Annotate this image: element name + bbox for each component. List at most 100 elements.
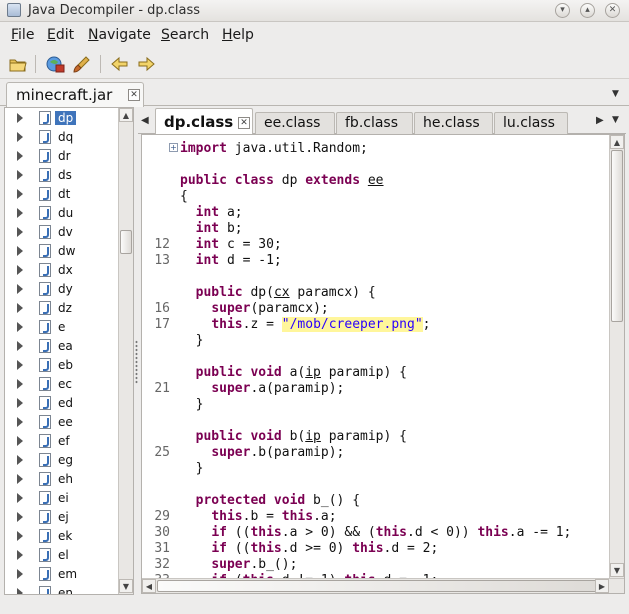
menu-search[interactable]: Search — [161, 27, 209, 43]
expand-arrow-icon[interactable] — [17, 398, 23, 408]
tree-item[interactable]: ej — [5, 508, 120, 527]
scroll-left-icon[interactable]: ◀ — [142, 579, 156, 593]
tree-vertical-scrollbar[interactable]: ▲ ▼ — [118, 108, 133, 594]
tree-item[interactable]: eg — [5, 451, 120, 470]
expand-arrow-icon[interactable] — [17, 246, 23, 256]
expand-arrow-icon[interactable] — [17, 360, 23, 370]
tabs-scroll-right-icon[interactable]: ▶ — [596, 115, 604, 126]
tree-item[interactable]: dp — [5, 109, 120, 128]
panel-splitter[interactable] — [135, 340, 138, 384]
tab-fb-class[interactable]: fb.class — [336, 112, 413, 134]
tree-item-label: el — [58, 548, 69, 562]
minimize-icon[interactable]: ▾ — [555, 3, 570, 18]
tree-item[interactable]: em — [5, 565, 120, 584]
menu-navigate[interactable]: Navigate — [88, 27, 151, 43]
expand-arrow-icon[interactable] — [17, 227, 23, 237]
close-window-icon[interactable]: ✕ — [605, 3, 620, 18]
expand-arrow-icon[interactable] — [17, 132, 23, 142]
tree-item[interactable]: ek — [5, 527, 120, 546]
expand-arrow-icon[interactable] — [17, 417, 23, 427]
tree-item[interactable]: dx — [5, 261, 120, 280]
expand-arrow-icon[interactable] — [17, 303, 23, 313]
tree-item[interactable]: ec — [5, 375, 120, 394]
fold-expand-icon[interactable]: + — [169, 143, 178, 152]
expand-arrow-icon[interactable] — [17, 151, 23, 161]
tree-item[interactable]: e — [5, 318, 120, 337]
tree-item[interactable]: ed — [5, 394, 120, 413]
tabs-scroll-left-icon[interactable]: ◀ — [141, 115, 149, 126]
tree-item[interactable]: en — [5, 584, 120, 594]
tree-item[interactable]: eb — [5, 356, 120, 375]
toolbar — [0, 49, 629, 79]
tree-item[interactable]: dy — [5, 280, 120, 299]
expand-arrow-icon[interactable] — [17, 455, 23, 465]
close-class-tab-icon[interactable]: ✕ — [238, 117, 250, 129]
expand-arrow-icon[interactable] — [17, 170, 23, 180]
tree-item[interactable]: dt — [5, 185, 120, 204]
expand-arrow-icon[interactable] — [17, 550, 23, 560]
scroll-right-icon[interactable]: ▶ — [595, 579, 609, 593]
scroll-down-icon[interactable]: ▼ — [119, 579, 133, 593]
source-code-view[interactable]: + 12 13 16 17 21 25 29 30 31 32 33 impor… — [141, 134, 625, 594]
expand-arrow-icon[interactable] — [17, 265, 23, 275]
tree-item[interactable]: ee — [5, 413, 120, 432]
expand-arrow-icon[interactable] — [17, 322, 23, 332]
expand-arrow-icon[interactable] — [17, 474, 23, 484]
expand-arrow-icon[interactable] — [17, 379, 23, 389]
expand-arrow-icon[interactable] — [17, 588, 23, 594]
code-hscroll-thumb[interactable] — [157, 580, 597, 592]
tree-item[interactable]: dq — [5, 128, 120, 147]
tree-item[interactable]: dz — [5, 299, 120, 318]
tree-item[interactable]: ds — [5, 166, 120, 185]
code-method-a: public void a(ip paramip) { — [195, 365, 407, 380]
expand-arrow-icon[interactable] — [17, 569, 23, 579]
scroll-up-icon[interactable]: ▲ — [610, 135, 624, 149]
tree-item[interactable]: ef — [5, 432, 120, 451]
menu-file[interactable]: File — [11, 27, 34, 43]
expand-arrow-icon[interactable] — [17, 189, 23, 199]
expand-arrow-icon[interactable] — [17, 113, 23, 123]
code-constructor: public dp(cx paramcx) { — [195, 285, 376, 300]
back-arrow-icon[interactable] — [110, 55, 130, 73]
line-number: 13 — [154, 253, 170, 268]
tree-scroll-thumb[interactable] — [120, 230, 132, 254]
tree-item[interactable]: ea — [5, 337, 120, 356]
open-file-icon[interactable] — [8, 55, 28, 73]
code-horizontal-scrollbar[interactable]: ◀ ▶ — [142, 578, 624, 593]
expand-arrow-icon[interactable] — [17, 284, 23, 294]
tree-item[interactable]: ei — [5, 489, 120, 508]
forward-arrow-icon[interactable] — [136, 55, 156, 73]
tree-item-label: eg — [58, 453, 73, 467]
tree-item[interactable]: el — [5, 546, 120, 565]
code-scroll-thumb[interactable] — [611, 150, 623, 322]
open-type-icon[interactable] — [45, 55, 65, 73]
maximize-icon[interactable]: ▴ — [580, 3, 595, 18]
menu-help[interactable]: Help — [222, 27, 254, 43]
expand-arrow-icon[interactable] — [17, 341, 23, 351]
code-vertical-scrollbar[interactable]: ▲ ▼ — [609, 135, 624, 578]
class-tab-list-icon[interactable]: ▼ — [612, 115, 619, 125]
tab-minecraft-jar[interactable]: minecraft.jar ✕ — [6, 82, 144, 107]
brush-icon[interactable] — [71, 55, 91, 73]
expand-arrow-icon[interactable] — [17, 531, 23, 541]
expand-arrow-icon[interactable] — [17, 512, 23, 522]
tree-item[interactable]: dw — [5, 242, 120, 261]
scroll-up-icon[interactable]: ▲ — [119, 108, 133, 122]
scroll-down-icon[interactable]: ▼ — [610, 563, 624, 577]
tree-item[interactable]: eh — [5, 470, 120, 489]
tab-he-class[interactable]: he.class — [414, 112, 493, 134]
close-tab-icon[interactable]: ✕ — [128, 89, 140, 101]
tree-item[interactable]: dv — [5, 223, 120, 242]
expand-arrow-icon[interactable] — [17, 208, 23, 218]
tree-item[interactable]: dr — [5, 147, 120, 166]
tree-item[interactable]: du — [5, 204, 120, 223]
tab-lu-class[interactable]: lu.class — [494, 112, 568, 134]
java-class-file-icon — [39, 130, 51, 144]
menu-edit[interactable]: Edit — [47, 27, 74, 43]
tab-list-dropdown-icon[interactable]: ▼ — [612, 89, 619, 99]
java-class-file-icon — [39, 320, 51, 334]
tab-ee-class[interactable]: ee.class — [255, 112, 335, 134]
tab-dp-class[interactable]: dp.class ✕ — [155, 108, 253, 135]
expand-arrow-icon[interactable] — [17, 493, 23, 503]
expand-arrow-icon[interactable] — [17, 436, 23, 446]
